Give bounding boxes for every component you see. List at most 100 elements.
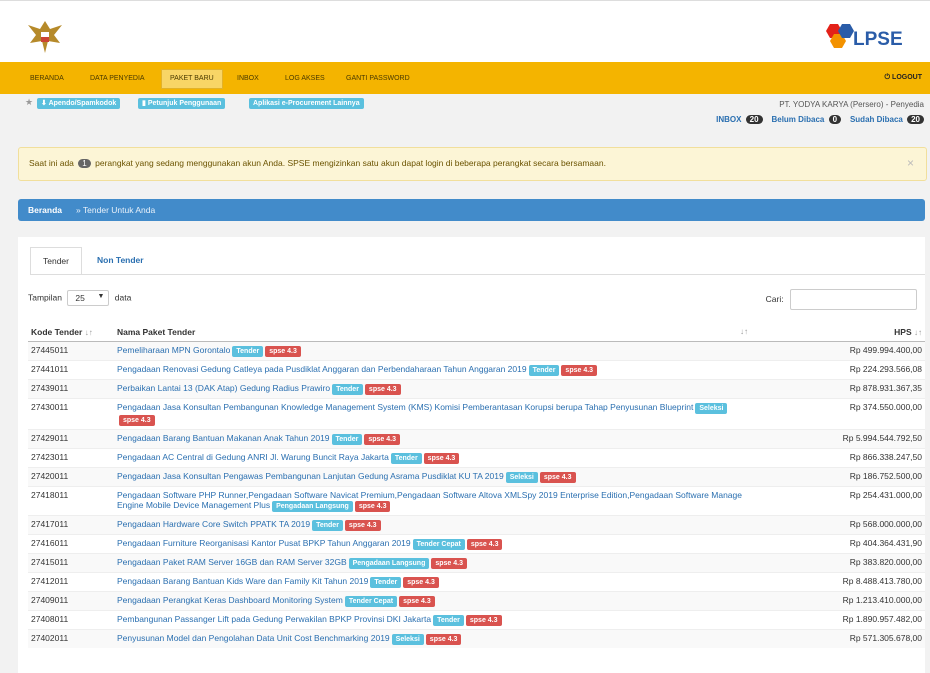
nav-inbox[interactable]: Inbox: [237, 75, 259, 82]
tender-name-cell: Pengadaan Paket RAM Server 16GB dan RAM …: [114, 553, 754, 573]
col-kode-tender[interactable]: Kode Tender ↓↑: [28, 322, 114, 342]
eprocurement-link[interactable]: Aplikasi e-Procurement Lainnya: [249, 98, 364, 109]
tender-code: 27417011: [28, 515, 114, 535]
table-row: 27416011 Pengadaan Furniture Reorganisasi…: [28, 534, 925, 554]
col-kode-label: Kode Tender: [31, 326, 83, 337]
spse-version-badge: spse 4.3: [344, 520, 381, 531]
tender-name-link[interactable]: Pengadaan Jasa Konsultan Pembangunan Kno…: [117, 402, 693, 412]
tender-type-badge: Tender: [331, 434, 363, 445]
logout-button[interactable]: ⏻ LOGOUT: [885, 74, 922, 82]
site-header: LPSE: [0, 0, 930, 63]
alert-suffix: perangkat yang sedang menggunakan akun A…: [95, 158, 606, 168]
tender-hps: Rp 374.550.000,00: [754, 398, 925, 430]
unread-label: Belum Dibaca: [771, 115, 825, 124]
alert-close-button[interactable]: ×: [907, 156, 914, 170]
tender-name-link[interactable]: Pengadaan Barang Bantuan Kids Ware dan F…: [117, 576, 368, 586]
tender-name-link[interactable]: Pengadaan Jasa Konsultan Pengawas Pemban…: [117, 471, 504, 481]
breadcrumb-home[interactable]: Beranda: [28, 205, 62, 215]
col-nama-paket[interactable]: Nama Paket Tender ↓↑: [114, 322, 754, 342]
tender-code: 27408011: [28, 610, 114, 630]
tender-name-link[interactable]: Pengadaan Furniture Reorganisasi Kantor …: [117, 538, 411, 548]
page-size-value: 25: [75, 293, 85, 303]
table-row: 27417011 Pengadaan Hardware Core Switch P…: [28, 515, 925, 535]
table-row: 27408011 Pembangunan Passanger Lift pada …: [28, 610, 925, 630]
power-icon: ⏻: [884, 74, 891, 81]
tab-non-tender[interactable]: Non Tender: [85, 247, 156, 273]
tender-hps: Rp 186.752.500,00: [754, 467, 925, 487]
tender-hps: Rp 568.000.000,00: [754, 515, 925, 535]
unread-link[interactable]: Belum Dibaca 0: [771, 115, 842, 124]
nav-beranda[interactable]: Beranda: [30, 75, 64, 82]
breadcrumb: Beranda » Tender Untuk Anda: [18, 199, 925, 221]
inbox-summary: INBOX 20 Belum Dibaca 0 Sudah Dibaca 20: [716, 115, 924, 124]
tender-hps: Rp 8.488.413.780,00: [754, 572, 925, 592]
tender-name-link[interactable]: Pengadaan Paket RAM Server 16GB dan RAM …: [117, 557, 347, 567]
tender-type-badge: Pengadaan Langsung: [348, 558, 430, 569]
col-hps[interactable]: HPS ↓↑: [754, 322, 925, 342]
tender-type-badge: Pengadaan Langsung: [272, 501, 353, 512]
tender-name-link[interactable]: Pembangunan Passanger Lift pada Gedung P…: [117, 614, 431, 624]
read-link[interactable]: Sudah Dibaca 20: [850, 115, 924, 124]
tender-name-cell: Pengadaan AC Central di Gedung ANRI Jl. …: [114, 448, 754, 468]
search-input[interactable]: [790, 289, 917, 310]
tender-hps: Rp 254.431.000,00: [754, 486, 925, 516]
nav-data-penyedia[interactable]: Data Penyedia: [90, 75, 145, 82]
tender-name-link[interactable]: Pengadaan Perangkat Keras Dashboard Moni…: [117, 595, 343, 605]
spse-version-badge: spse 4.3: [364, 434, 400, 445]
tender-code: 27415011: [28, 553, 114, 573]
tender-name-cell: Pembangunan Passanger Lift pada Gedung P…: [114, 610, 754, 630]
tender-code: 27441011: [28, 360, 114, 380]
alert-prefix: Saat ini ada: [29, 158, 74, 168]
table-row: 27441011 Pengadaan Renovasi Gedung Catley…: [28, 360, 925, 380]
tender-name-link[interactable]: Pengadaan Barang Bantuan Makanan Anak Ta…: [117, 433, 330, 443]
tender-hps: Rp 499.994.400,00: [754, 341, 925, 361]
tender-type-badge: Tender: [232, 346, 264, 357]
tab-tender[interactable]: Tender: [30, 247, 82, 274]
page-size-select[interactable]: 25 ▼: [67, 290, 110, 306]
tender-code: 27402011: [28, 629, 114, 648]
tender-name-link[interactable]: Penyusunan Model dan Pengolahan Data Uni…: [117, 633, 390, 643]
tender-name-cell: Pengadaan Jasa Konsultan Pengawas Pemban…: [114, 467, 754, 487]
tender-table: Kode Tender ↓↑ Nama Paket Tender ↓↑ HPS ↓…: [28, 322, 925, 648]
tender-code: 27445011: [28, 341, 114, 361]
tender-name-link[interactable]: Perbaikan Lantai 13 (DAK Atap) Gedung Ra…: [117, 383, 330, 393]
sort-icon: ↓↑: [740, 326, 748, 336]
tender-type-badge: Tender: [528, 365, 560, 376]
table-row: 27418011 Pengadaan Software PHP Runner,Pe…: [28, 486, 925, 516]
inbox-count: 20: [745, 115, 763, 124]
table-row: 27445011 Pemeliharaan MPN Gorontalo Tender…: [28, 341, 925, 361]
tender-name-link[interactable]: Pengadaan Renovasi Gedung Catleya pada P…: [117, 364, 527, 374]
petunjuk-link[interactable]: ▮ Petunjuk Penggunaan: [138, 98, 226, 109]
nav-log-akses[interactable]: Log Akses: [285, 75, 325, 82]
tender-name-link[interactable]: Pengadaan AC Central di Gedung ANRI Jl. …: [117, 452, 389, 462]
spse-version-badge: spse 4.3: [539, 472, 576, 483]
tender-type-badge: Tender Cepat: [344, 596, 398, 607]
garuda-emblem-logo: [28, 21, 62, 53]
read-count: 20: [907, 115, 924, 124]
tender-code: 27416011: [28, 534, 114, 554]
tender-type-badge: Tender Cepat: [412, 539, 465, 550]
tender-type-badge: Seleksi: [695, 403, 728, 414]
tender-name-link[interactable]: Pemeliharaan MPN Gorontalo: [117, 345, 230, 355]
apendo-link[interactable]: ⬇ Apendo/Spamkodok: [37, 98, 121, 109]
read-label: Sudah Dibaca: [849, 115, 903, 124]
caret-down-icon: ▼: [97, 293, 105, 300]
spse-version-badge: spse 4.3: [403, 577, 439, 588]
spse-version-badge: spse 4.3: [364, 384, 401, 395]
tender-type-badge: Tender: [332, 384, 363, 395]
table-header-row: Kode Tender ↓↑ Nama Paket Tender ↓↑ HPS ↓…: [28, 322, 925, 342]
tender-name-cell: Pengadaan Perangkat Keras Dashboard Moni…: [114, 591, 754, 611]
tender-hps: Rp 571.305.678,00: [754, 629, 925, 648]
page-length-control: Tampilan 25 ▼ data: [28, 290, 131, 306]
tender-name-link[interactable]: Pengadaan Hardware Core Switch PPATK TA …: [117, 519, 310, 529]
spse-version-badge: spse 4.3: [561, 365, 598, 376]
nav-paket-baru[interactable]: Paket Baru: [161, 69, 223, 89]
tender-code: 27418011: [28, 486, 114, 516]
tender-hps: Rp 383.820.000,00: [754, 553, 925, 573]
tender-name-cell: Pemeliharaan MPN Gorontalo Tender spse 4.3: [114, 341, 754, 361]
nav-ganti-password[interactable]: Ganti Password: [346, 75, 410, 82]
tender-name-cell: Pengadaan Furniture Reorganisasi Kantor …: [114, 534, 754, 554]
col-nama-label: Nama Paket Tender: [117, 326, 196, 337]
tender-name-link[interactable]: Pengadaan Software PHP Runner,Pengadaan …: [117, 490, 742, 510]
inbox-link[interactable]: INBOX 20: [716, 115, 763, 124]
